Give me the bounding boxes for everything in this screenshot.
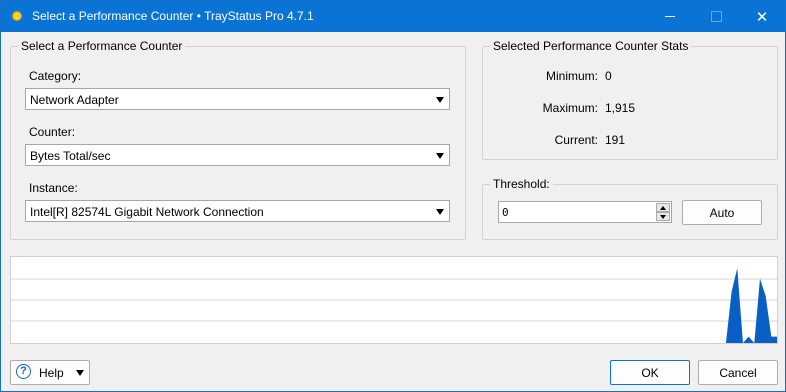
activity-graph (10, 256, 778, 344)
help-label: Help (39, 366, 64, 380)
stats-legend: Selected Performance Counter Stats (493, 39, 689, 53)
title-bar[interactable]: Select a Performance Counter • TrayStatu… (1, 1, 785, 32)
spin-down-button[interactable] (656, 212, 670, 221)
chevron-down-icon (76, 370, 84, 376)
help-icon: ? (16, 364, 31, 379)
instance-dropdown[interactable]: Intel[R] 82574L Gigabit Network Connecti… (25, 200, 450, 222)
close-button[interactable]: ✕ (739, 1, 785, 32)
category-dropdown[interactable]: Network Adapter (25, 88, 450, 110)
maximum-value: 1,915 (605, 101, 636, 115)
minimum-value: 0 (605, 69, 612, 83)
dialog-window: Select a Performance Counter • TrayStatu… (0, 0, 786, 392)
activity-graph-svg (11, 268, 777, 343)
help-button[interactable]: ? Help (10, 360, 90, 385)
auto-button-label: Auto (709, 205, 735, 220)
minimum-label: Minimum: (545, 69, 598, 83)
threshold-value: 0 (502, 206, 509, 219)
chevron-down-icon (436, 153, 444, 159)
maximize-icon (710, 11, 722, 22)
spin-up-button[interactable] (656, 203, 670, 212)
cancel-button[interactable]: Cancel (698, 360, 778, 385)
category-value: Network Adapter (30, 93, 119, 107)
minimize-icon (665, 16, 675, 17)
current-label: Current: (554, 133, 598, 147)
ok-button-label: OK (641, 365, 659, 380)
counter-label: Counter: (29, 125, 76, 139)
threshold-spinbox[interactable]: 0 (498, 201, 672, 223)
close-icon: ✕ (755, 8, 769, 26)
counter-dropdown[interactable]: Bytes Total/sec (25, 144, 450, 166)
auto-button[interactable]: Auto (682, 200, 762, 225)
counter-selection-legend: Select a Performance Counter (21, 39, 183, 53)
ok-button[interactable]: OK (610, 360, 690, 385)
category-label: Category: (29, 69, 82, 83)
maximize-button (693, 1, 739, 32)
minimize-button[interactable] (647, 1, 693, 32)
instance-label: Instance: (29, 181, 78, 195)
app-icon (12, 11, 22, 21)
maximum-label: Maximum: (542, 101, 598, 115)
window-title: Select a Performance Counter • TrayStatu… (32, 9, 314, 23)
threshold-controls: 0 Auto (482, 184, 776, 238)
cancel-button-label: Cancel (719, 365, 757, 380)
current-value: 191 (605, 133, 626, 147)
instance-value: Intel[R] 82574L Gigabit Network Connecti… (30, 205, 264, 219)
chevron-down-icon (436, 97, 444, 103)
counter-value: Bytes Total/sec (30, 149, 111, 163)
chevron-down-icon (436, 209, 444, 215)
